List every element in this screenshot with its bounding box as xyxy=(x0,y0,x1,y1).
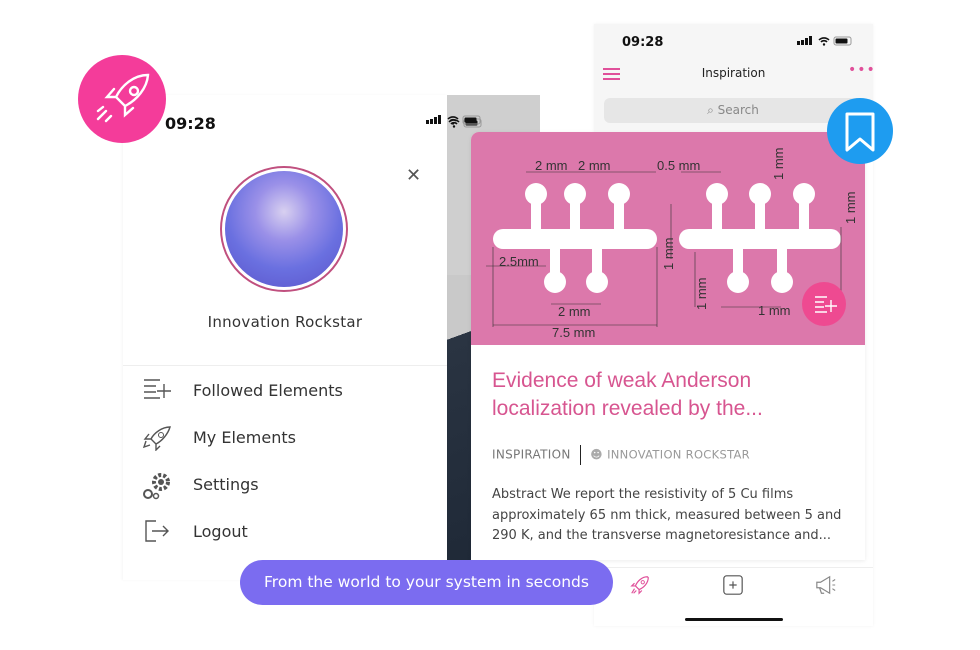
diagram-label: 2 mm xyxy=(558,304,591,319)
article-card[interactable]: 2 mm 2 mm 0.5 mm 1 mm 1 mm 2.5mm 1 mm 1 … xyxy=(471,132,865,560)
article-author: INNOVATION ROCKSTAR xyxy=(607,447,750,462)
user-name: Innovation Rockstar xyxy=(207,313,363,331)
diagram-label: 1 mm xyxy=(758,303,791,318)
tagline-banner: From the world to your system in seconds xyxy=(240,560,613,605)
rocket-badge xyxy=(78,55,166,143)
rocket-icon xyxy=(142,426,171,451)
diagram-label: 2.5mm xyxy=(499,254,539,269)
article-meta: INSPIRATION ☻ INNOVATION ROCKSTAR xyxy=(492,445,750,465)
page-title: Inspiration xyxy=(701,66,766,80)
search-placeholder: Search xyxy=(717,103,759,117)
status-time: 09:28 xyxy=(165,114,216,133)
diagram-label: 1 mm xyxy=(694,278,709,311)
diagram-label: 2 mm xyxy=(535,158,568,173)
more-options-icon[interactable]: ••• xyxy=(848,62,876,78)
avatar[interactable] xyxy=(220,166,348,292)
diagram-label: 0.5 mm xyxy=(657,158,700,173)
tab-bar xyxy=(594,567,873,601)
home-indicator xyxy=(685,618,783,621)
side-drawer: 09:28 ✕ Innovation Rockstar Followed Ele… xyxy=(123,95,481,580)
diagram-label: 1 mm xyxy=(771,148,786,181)
menu-item-logout[interactable]: Logout xyxy=(123,511,447,551)
logout-icon xyxy=(145,520,169,542)
diagram-label: 1 mm xyxy=(661,238,676,271)
article-category: INSPIRATION xyxy=(492,447,571,462)
menu-item-settings[interactable]: Settings xyxy=(123,464,447,504)
divider xyxy=(579,445,582,465)
menu-item-label: My Elements xyxy=(193,428,296,447)
diagram-label: 1 mm xyxy=(843,192,858,225)
menu-item-label: Logout xyxy=(193,522,248,541)
rocket-icon xyxy=(96,73,150,123)
megaphone-icon[interactable] xyxy=(815,574,837,596)
search-icon: ⌕ xyxy=(707,103,714,117)
menu-item-followed-elements[interactable]: Followed Elements xyxy=(123,370,447,410)
bookmark-button[interactable] xyxy=(827,98,893,164)
menu-item-label: Followed Elements xyxy=(193,381,343,400)
close-icon[interactable]: ✕ xyxy=(406,165,421,186)
diagram-label: 2 mm xyxy=(578,158,611,173)
plus-square-icon[interactable] xyxy=(722,574,744,596)
bookmark-icon xyxy=(845,112,875,152)
status-time: 09:28 xyxy=(622,35,664,50)
article-title[interactable]: Evidence of weak Anderson localization r… xyxy=(492,367,852,423)
followed-list-icon xyxy=(144,379,171,399)
article-abstract: Abstract We report the resistivity of 5 … xyxy=(492,487,842,543)
drawer-menu: Followed Elements My Elements Settings L… xyxy=(123,365,447,542)
rocket-icon[interactable] xyxy=(629,574,651,596)
status-icons xyxy=(426,115,481,125)
status-icons xyxy=(797,36,852,46)
user-icon: ☻ xyxy=(590,447,603,462)
followed-list-icon xyxy=(815,296,837,313)
menu-item-label: Settings xyxy=(193,475,259,494)
gears-icon xyxy=(143,473,170,500)
follow-button[interactable] xyxy=(802,282,846,326)
search-input[interactable]: ⌕ Search xyxy=(604,98,862,123)
diagram-label: 7.5 mm xyxy=(552,325,595,340)
menu-item-my-elements[interactable]: My Elements xyxy=(123,417,447,457)
